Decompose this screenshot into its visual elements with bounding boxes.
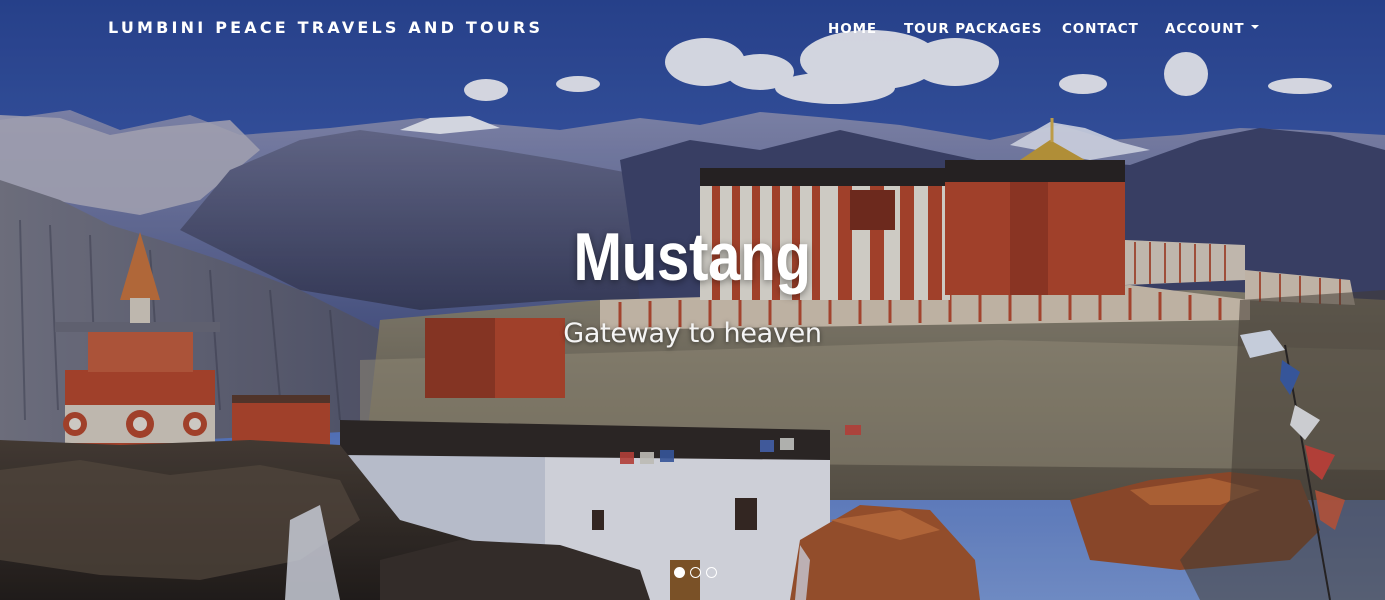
top-navbar: LUMBINI PEACE TRAVELS AND TOURS HOME TOU… bbox=[0, 0, 1385, 58]
slide-title: Mustang bbox=[573, 219, 812, 295]
nav-item-contact: CONTACT bbox=[1062, 20, 1139, 38]
caret-down-icon bbox=[1250, 25, 1259, 29]
nav-link-account-label: ACCOUNT bbox=[1165, 21, 1245, 37]
nav-link-account-dropdown[interactable]: ACCOUNT bbox=[1165, 21, 1259, 37]
nav-item-tour-packages: TOUR PACKAGES bbox=[904, 20, 1042, 38]
slide-subtitle: Gateway to heaven bbox=[563, 318, 822, 349]
carousel-indicator-2[interactable] bbox=[690, 567, 701, 578]
nav-item-account: ACCOUNT bbox=[1165, 20, 1259, 38]
nav-link-tour-packages[interactable]: TOUR PACKAGES bbox=[904, 21, 1042, 37]
carousel-indicator-1[interactable] bbox=[674, 567, 685, 578]
nav-link-home[interactable]: HOME bbox=[828, 21, 877, 37]
hero-carousel: LUMBINI PEACE TRAVELS AND TOURS HOME TOU… bbox=[0, 0, 1385, 600]
carousel-caption: Mustang Gateway to heaven bbox=[0, 218, 1385, 349]
carousel-indicator-3[interactable] bbox=[706, 567, 717, 578]
brand-link[interactable]: LUMBINI PEACE TRAVELS AND TOURS bbox=[108, 18, 543, 37]
nav-item-home: HOME bbox=[828, 20, 877, 38]
nav-link-contact[interactable]: CONTACT bbox=[1062, 21, 1139, 37]
